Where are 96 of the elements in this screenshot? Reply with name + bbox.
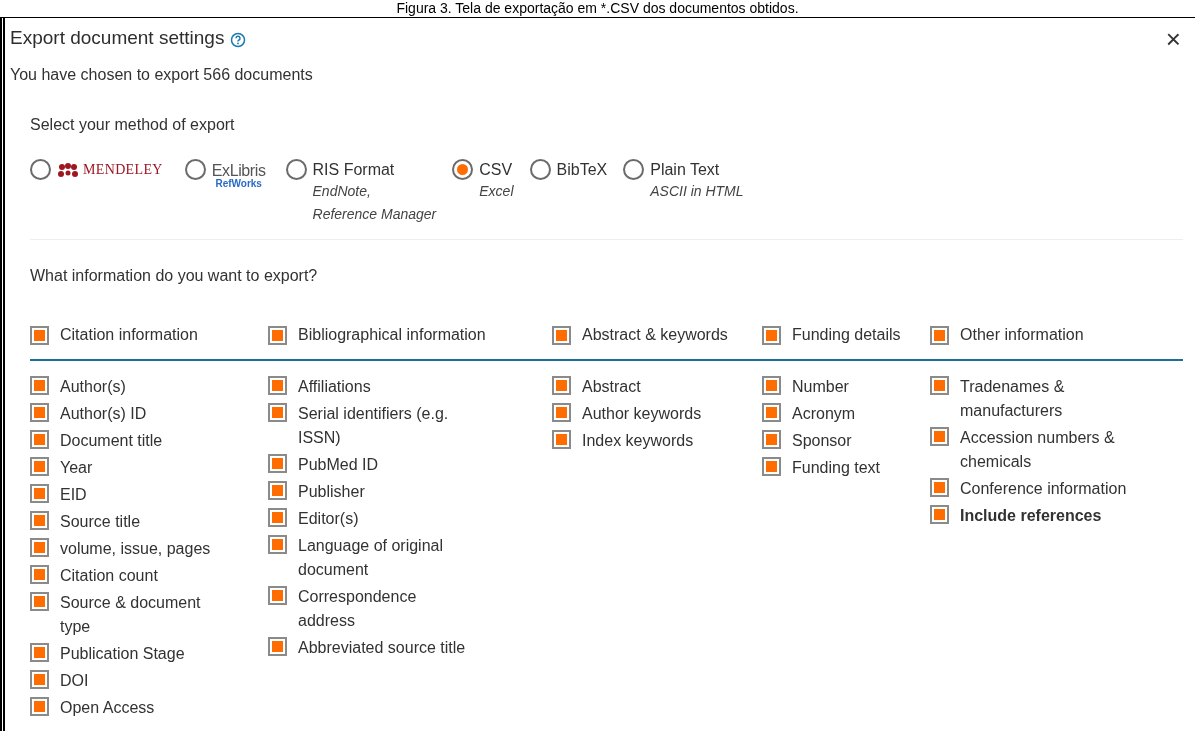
checkbox[interactable] — [930, 326, 949, 345]
option-label[interactable]: volume, issue, pages — [60, 537, 211, 561]
info-heading: What information do you want to export? — [30, 266, 319, 286]
checkbox[interactable] — [930, 505, 949, 524]
checkbox[interactable] — [268, 508, 287, 527]
checkbox[interactable] — [30, 565, 49, 584]
export-format-label[interactable]: RIS Format — [312, 159, 437, 180]
checkbox[interactable] — [268, 326, 287, 345]
option-label[interactable]: Number — [792, 375, 849, 399]
checkbox[interactable] — [268, 481, 287, 500]
radio-button[interactable] — [285, 159, 307, 180]
checkbox[interactable] — [762, 430, 781, 449]
option-label[interactable]: Conference information — [960, 477, 1127, 501]
option-label[interactable]: Source & document type — [60, 591, 235, 639]
option-label[interactable]: Accession numbers & chemicals — [960, 426, 1135, 474]
radio-button[interactable] — [529, 159, 551, 180]
option-label[interactable]: Sponsor — [792, 429, 852, 453]
export-format-label[interactable]: Plain Text — [650, 159, 744, 180]
option-label[interactable]: Publication Stage — [60, 642, 185, 666]
group-label[interactable]: Abstract & keywords — [582, 323, 728, 347]
checkbox[interactable] — [268, 376, 287, 395]
option-label[interactable]: Index keywords — [582, 429, 694, 453]
export-summary: You have chosen to export 566 documents — [10, 65, 314, 85]
checkbox[interactable] — [552, 403, 571, 422]
checkbox[interactable] — [552, 376, 571, 395]
help-icon[interactable] — [230, 32, 247, 48]
checkbox[interactable] — [762, 457, 781, 476]
checkbox[interactable] — [762, 376, 781, 395]
option-label[interactable]: Author(s) — [60, 375, 126, 399]
group-label[interactable]: Funding details — [792, 323, 901, 347]
option-label[interactable]: Year — [60, 456, 93, 480]
checkbox[interactable] — [30, 403, 49, 422]
export-format-label[interactable]: BibTeX — [556, 159, 608, 180]
radio-button[interactable] — [30, 159, 51, 180]
checkbox[interactable] — [30, 430, 49, 449]
checkbox[interactable] — [30, 592, 49, 611]
option-label[interactable]: Serial identifiers (e.g. ISSN) — [298, 402, 473, 450]
format-note: EndNote, — [312, 182, 372, 201]
option-label[interactable]: Editor(s) — [298, 507, 359, 531]
checkbox[interactable] — [930, 427, 949, 446]
checkbox[interactable] — [268, 403, 287, 422]
radio-button[interactable] — [184, 159, 206, 180]
option-label[interactable]: Citation count — [60, 564, 158, 588]
group-label[interactable]: Other information — [960, 323, 1084, 347]
checkbox[interactable] — [930, 376, 949, 395]
checkbox[interactable] — [268, 637, 287, 656]
group-label[interactable]: Bibliographical information — [298, 323, 486, 347]
option-label[interactable]: Funding text — [792, 456, 881, 480]
checkbox[interactable] — [30, 643, 49, 662]
refworks-logo: ExLibris RefWorks — [211, 161, 266, 189]
option-label[interactable]: Affiliations — [298, 375, 371, 399]
dialog-title: Export document settings — [10, 26, 225, 51]
option-label[interactable]: DOI — [60, 669, 89, 693]
checkbox[interactable] — [30, 511, 49, 530]
option-label[interactable]: Open Access — [60, 696, 155, 720]
figure-caption: Figura 3. Tela de exportação em *.CSV dos documentos obtidos. — [395, 0, 800, 17]
option-label[interactable]: Source title — [60, 510, 141, 534]
group-label[interactable]: Citation information — [60, 323, 198, 347]
checkbox[interactable] — [30, 326, 49, 345]
option-label[interactable]: Tradenames & manufacturers — [960, 375, 1135, 423]
radio-button[interactable] — [623, 159, 645, 180]
option-label[interactable]: Language of original document — [298, 534, 473, 582]
checkbox[interactable] — [762, 403, 781, 422]
checkbox[interactable] — [268, 586, 287, 605]
close-button[interactable]: × — [1165, 25, 1181, 52]
checkbox[interactable] — [30, 484, 49, 503]
option-label[interactable]: Abstract — [582, 375, 641, 399]
checkbox[interactable] — [552, 326, 571, 345]
checkbox[interactable] — [30, 457, 49, 476]
mendeley-logo: MENDELEY — [57, 159, 163, 180]
checkbox[interactable] — [30, 697, 49, 716]
checkbox[interactable] — [552, 430, 571, 449]
checkbox[interactable] — [762, 326, 781, 345]
option-label[interactable]: Acronym — [792, 402, 856, 426]
method-heading: Select your method of export — [30, 115, 236, 135]
option-label[interactable]: PubMed ID — [298, 453, 379, 477]
checkbox[interactable] — [930, 478, 949, 497]
option-label[interactable]: Correspondence address — [298, 585, 473, 633]
option-label[interactable]: Publisher — [298, 480, 365, 504]
checkbox[interactable] — [30, 376, 49, 395]
checkbox[interactable] — [268, 535, 287, 554]
format-note: ASCII in HTML — [650, 182, 744, 201]
checkbox[interactable] — [268, 454, 287, 473]
checkbox[interactable] — [30, 670, 49, 689]
option-label[interactable]: EID — [60, 483, 87, 507]
radio-button[interactable] — [452, 159, 474, 180]
format-note: Reference Manager — [312, 205, 437, 224]
format-note: Excel — [479, 182, 514, 201]
option-label[interactable]: Abbreviated source title — [298, 636, 466, 660]
option-label[interactable]: Author keywords — [582, 402, 702, 426]
checkbox[interactable] — [30, 538, 49, 557]
option-label[interactable]: Document title — [60, 429, 163, 453]
option-label[interactable]: Author(s) ID — [60, 402, 147, 426]
option-label[interactable]: Include references — [960, 504, 1102, 528]
mendeley-icon — [57, 162, 79, 177]
export-format-label[interactable]: CSV — [479, 159, 514, 180]
